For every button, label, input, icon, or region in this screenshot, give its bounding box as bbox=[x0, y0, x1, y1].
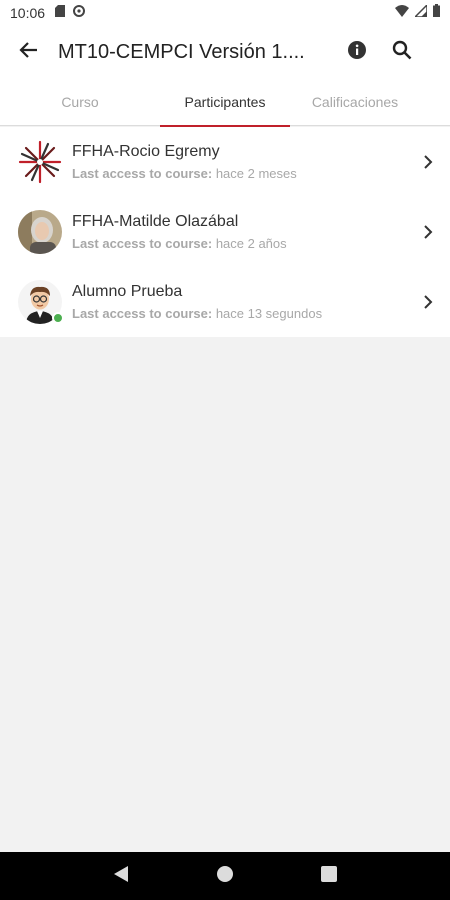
list-item[interactable]: FFHA-Matilde Olazábal Last access to cou… bbox=[0, 197, 450, 267]
chevron-right-icon bbox=[406, 154, 450, 170]
tab-calificaciones[interactable]: Calificaciones bbox=[290, 78, 420, 126]
avatar bbox=[18, 140, 62, 184]
chevron-right-icon bbox=[406, 294, 450, 310]
online-status-dot bbox=[52, 312, 64, 324]
participant-name: FFHA-Matilde Olazábal bbox=[72, 213, 239, 230]
last-access-value: hace 2 meses bbox=[215, 166, 297, 181]
chevron-right-icon bbox=[406, 224, 450, 240]
participants-list: FFHA-Rocio Egremy Last access to course:… bbox=[0, 127, 450, 337]
recents-square-icon[interactable] bbox=[320, 865, 337, 887]
system-nav-bar bbox=[0, 852, 450, 900]
signal-icon bbox=[413, 3, 428, 22]
avatar bbox=[18, 280, 64, 324]
status-bar: 10:06 bbox=[0, 0, 450, 26]
info-icon bbox=[347, 40, 367, 65]
page-title: MT10-CEMPCI Versión 1.... bbox=[58, 40, 305, 63]
sd-card-icon bbox=[55, 4, 66, 22]
last-access: Last access to course: hace 2 años bbox=[72, 236, 406, 252]
last-access-value: hace 13 segundos bbox=[215, 306, 323, 321]
avatar bbox=[18, 210, 62, 254]
app-bar: MT10-CEMPCI Versión 1.... bbox=[0, 26, 450, 78]
tab-curso[interactable]: Curso bbox=[0, 78, 160, 126]
last-access-label: Last access to course: bbox=[72, 306, 213, 321]
last-access-label: Last access to course: bbox=[72, 166, 213, 181]
last-access: Last access to course: hace 2 meses bbox=[72, 166, 406, 182]
last-access-label: Last access to course: bbox=[72, 236, 213, 251]
photo-woman bbox=[18, 210, 62, 254]
back-triangle-icon[interactable] bbox=[113, 865, 129, 888]
sync-icon bbox=[73, 4, 86, 22]
last-access: Last access to course: hace 13 segundos bbox=[72, 306, 406, 322]
tab-bar: Curso Participantes Calificaciones bbox=[0, 78, 450, 127]
info-button[interactable] bbox=[336, 26, 378, 78]
starburst-logo bbox=[18, 140, 62, 184]
back-button[interactable] bbox=[0, 26, 58, 78]
list-item[interactable]: Alumno Prueba Last access to course: hac… bbox=[0, 267, 450, 337]
wifi-icon bbox=[395, 4, 409, 22]
search-icon bbox=[392, 40, 412, 65]
home-circle-icon[interactable] bbox=[216, 865, 234, 888]
participant-name: FFHA-Rocio Egremy bbox=[72, 143, 220, 160]
battery-icon bbox=[433, 4, 440, 22]
status-time: 10:06 bbox=[10, 5, 46, 21]
arrow-back-icon bbox=[19, 40, 39, 65]
participant-name: Alumno Prueba bbox=[72, 283, 183, 300]
search-button[interactable] bbox=[378, 26, 426, 78]
last-access-value: hace 2 años bbox=[215, 236, 287, 251]
tab-participantes[interactable]: Participantes bbox=[160, 78, 290, 127]
list-item[interactable]: FFHA-Rocio Egremy Last access to course:… bbox=[0, 127, 450, 197]
